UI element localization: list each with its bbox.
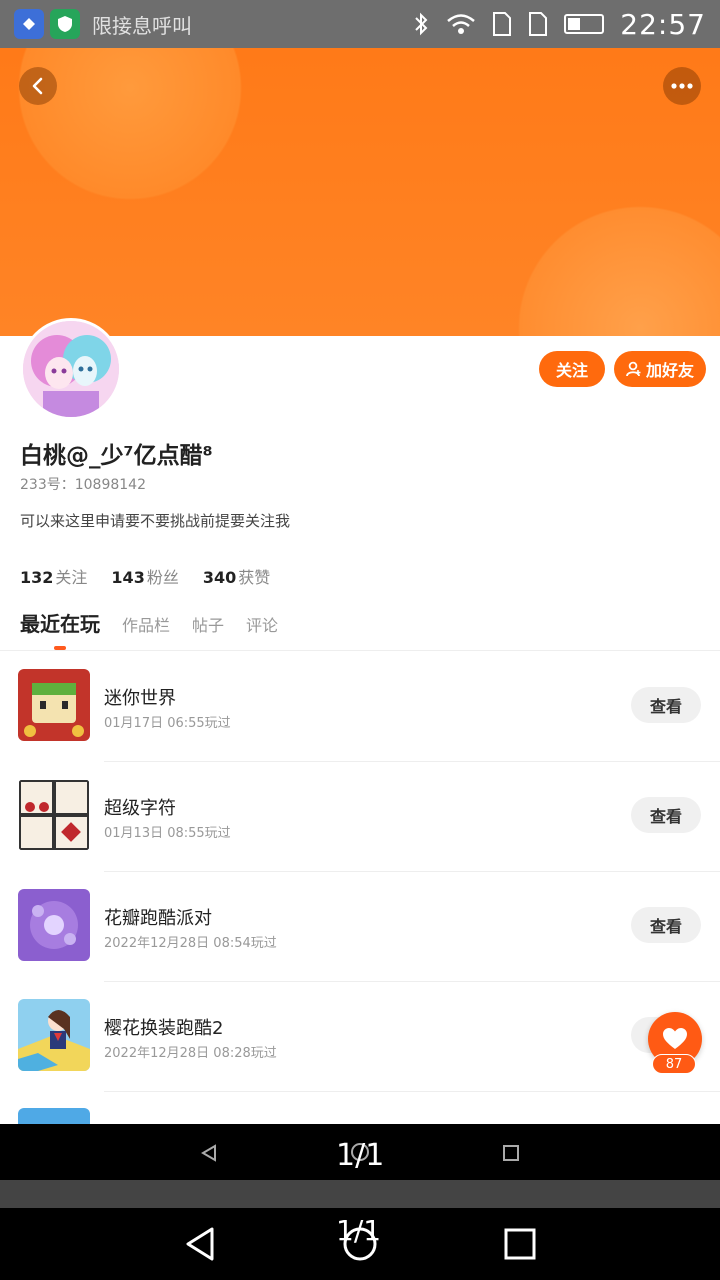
notification-text: 限接息呼叫	[92, 13, 192, 38]
game-thumbnail-partial	[18, 1108, 90, 1124]
shield-icon	[50, 9, 80, 39]
page-indicator: 1/1	[336, 1214, 382, 1247]
game-thumbnail	[18, 779, 90, 851]
recents-nav-icon[interactable]	[502, 1144, 520, 1162]
following-count: 132	[20, 568, 54, 587]
follow-label: 关注	[555, 361, 588, 380]
add-friend-button[interactable]: 加好友	[614, 351, 706, 387]
list-item[interactable]: 花瓣跑酷派对 2022年12月28日 08:54玩过 查看	[0, 872, 720, 982]
profile-banner	[0, 48, 720, 336]
follow-button[interactable]: 关注	[539, 351, 605, 387]
bluetooth-icon	[415, 12, 428, 36]
back-button[interactable]	[19, 67, 57, 105]
likes-count: 340	[202, 568, 237, 587]
game-played-time: 2022年12月28日 08:54玩过	[104, 936, 277, 951]
game-thumbnail	[18, 669, 90, 741]
back-nav-icon[interactable]	[200, 1144, 218, 1162]
profile-screen: 限接息呼叫 22:57 关注 加好友 白桃@_少⁷亿点醋⁸ 233号：10898…	[0, 0, 720, 1280]
list-item[interactable]: 迷你世界 01月17日 06:55玩过 查看	[0, 652, 720, 762]
tab-posts[interactable]: 帖子	[192, 612, 224, 636]
following-label: 关注	[55, 568, 88, 587]
list-item[interactable]: 超级字符 01月13日 08:55玩过 查看	[0, 762, 720, 872]
fans-label: 粉丝	[146, 568, 179, 587]
heart-icon	[663, 1028, 687, 1049]
game-played-time: 01月13日 08:55玩过	[104, 826, 231, 841]
tab-recent-played[interactable]: 最近在玩	[20, 608, 100, 650]
stat-following[interactable]: 132 关注	[20, 564, 87, 588]
view-button[interactable]: 查看	[631, 907, 701, 943]
game-title: 樱花换装跑酷2	[104, 1018, 224, 1039]
user-id: 233号：10898142	[20, 477, 146, 493]
app-notification-icon	[14, 9, 44, 39]
fans-count: 143	[111, 568, 145, 587]
tabs-divider	[0, 650, 720, 651]
tab-comments[interactable]: 评论	[246, 612, 278, 636]
add-user-icon	[626, 361, 641, 377]
clock: 22:57	[620, 7, 706, 41]
navbar-separator	[0, 1180, 720, 1208]
stat-likes[interactable]: 340 获赞	[203, 564, 270, 588]
system-navigation-bar: 1/1	[0, 1208, 720, 1280]
page-indicator: 1/1	[336, 1138, 385, 1173]
more-dots-icon	[671, 83, 693, 89]
sim2-icon	[529, 12, 548, 36]
game-title: 超级字符	[104, 798, 176, 819]
game-title: 花瓣跑酷派对	[104, 908, 212, 929]
user-bio: 可以来这里申请要不要挑战前提要关注我	[20, 512, 291, 530]
username: 白桃@_少⁷亿点醋⁸	[20, 443, 213, 469]
add-friend-label: 加好友	[645, 361, 694, 380]
more-button[interactable]	[663, 67, 701, 105]
likes-label: 获赞	[238, 568, 271, 587]
game-thumbnail	[18, 889, 90, 961]
game-title: 迷你世界	[104, 688, 176, 709]
game-thumbnail	[18, 999, 90, 1071]
wifi-icon	[447, 14, 476, 34]
like-count-badge: 87	[652, 1054, 696, 1074]
list-item[interactable]: 樱花换装跑酷2 2022年12月28日 08:28玩过 查看	[0, 982, 720, 1092]
status-bar: 限接息呼叫 22:57	[0, 0, 720, 48]
view-button[interactable]: 查看	[631, 687, 701, 723]
view-button[interactable]: 查看	[631, 797, 701, 833]
sim-icon	[493, 12, 512, 36]
game-played-time: 01月17日 06:55玩过	[104, 716, 231, 731]
avatar[interactable]	[20, 318, 122, 420]
chevron-left-icon	[32, 77, 43, 95]
stat-fans[interactable]: 143 粉丝	[111, 564, 178, 588]
status-icons: 22:57	[412, 8, 706, 41]
stats-row: 132 关注 143 粉丝 340 获赞	[20, 564, 270, 588]
profile-tabs: 最近在玩 作品栏 帖子 评论	[20, 608, 278, 650]
game-played-time: 2022年12月28日 08:28玩过	[104, 1046, 277, 1061]
battery-icon	[564, 14, 605, 34]
tab-works[interactable]: 作品栏	[122, 612, 170, 636]
recents-nav-icon[interactable]	[504, 1228, 536, 1260]
avatar-image	[23, 321, 119, 417]
recent-games-list: 迷你世界 01月17日 06:55玩过 查看 超级字符 01月13日 08:55…	[0, 652, 720, 1092]
inner-navigation-bar: 1/1	[0, 1124, 720, 1180]
back-nav-icon[interactable]	[184, 1226, 216, 1262]
